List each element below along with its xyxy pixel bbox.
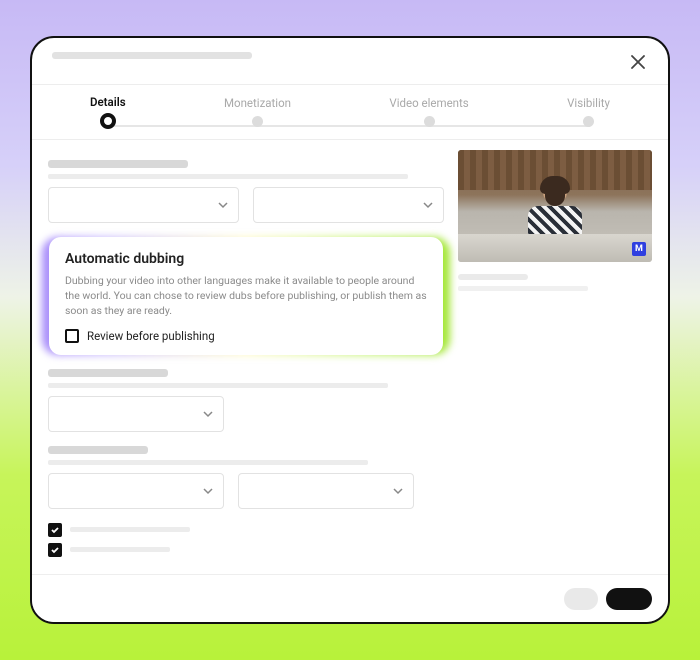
checkbox-checked-icon [48, 543, 62, 557]
section-heading-placeholder [48, 369, 444, 388]
card-description: Dubbing your video into other languages … [65, 273, 427, 319]
step-label: Video elements [389, 96, 468, 110]
checklist-label-placeholder [70, 547, 170, 552]
step-dot-icon [252, 116, 263, 127]
modal-title-placeholder [52, 52, 252, 59]
step-label: Details [90, 95, 126, 109]
dropdown-field[interactable] [253, 187, 444, 223]
chevron-down-icon [393, 486, 403, 496]
dropdown-row [48, 187, 444, 223]
step-visibility[interactable]: Visibility [567, 96, 610, 127]
automatic-dubbing-highlight: Automatic dubbing Dubbing your video int… [42, 237, 450, 355]
video-filename-placeholder [458, 286, 588, 291]
card-title: Automatic dubbing [65, 251, 427, 267]
stepper-line [110, 125, 590, 127]
preview-column: M [458, 150, 652, 580]
chevron-down-icon [203, 409, 213, 419]
dropdown-field[interactable] [238, 473, 414, 509]
step-details[interactable]: Details [90, 95, 126, 127]
close-icon [630, 54, 646, 70]
back-button[interactable] [564, 588, 598, 610]
dropdown-field[interactable] [48, 473, 224, 509]
chevron-down-icon [203, 486, 213, 496]
close-button[interactable] [628, 52, 648, 72]
section-heading-placeholder [48, 446, 444, 465]
dropdown-field[interactable] [48, 187, 239, 223]
review-before-publishing-checkbox[interactable]: Review before publishing [65, 329, 427, 343]
dropdown-row [48, 396, 444, 432]
options-checklist [48, 523, 444, 557]
details-form: Automatic dubbing Dubbing your video int… [48, 150, 444, 580]
page-background: Details Monetization Video elements Visi… [0, 0, 700, 660]
step-video-elements[interactable]: Video elements [389, 96, 468, 127]
modal-header [32, 38, 668, 72]
chevron-down-icon [423, 200, 433, 210]
checkbox-icon [65, 329, 79, 343]
thumbnail-badge: M [632, 242, 646, 256]
modal-footer [32, 574, 668, 622]
dropdown-row [48, 473, 444, 509]
video-link-placeholder [458, 274, 528, 280]
checklist-label-placeholder [70, 527, 190, 532]
section-heading-placeholder [48, 160, 444, 179]
video-thumbnail[interactable]: M [458, 150, 652, 262]
modal-body: Automatic dubbing Dubbing your video int… [32, 140, 668, 580]
checkbox-checked-icon [48, 523, 62, 537]
stepper: Details Monetization Video elements Visi… [32, 85, 668, 127]
checkbox-label: Review before publishing [87, 329, 215, 343]
dropdown-field[interactable] [48, 396, 224, 432]
step-dot-icon [583, 116, 594, 127]
upload-details-modal: Details Monetization Video elements Visi… [30, 36, 670, 624]
next-button[interactable] [606, 588, 652, 610]
step-dot-icon [100, 113, 116, 129]
step-monetization[interactable]: Monetization [224, 96, 291, 127]
step-label: Visibility [567, 96, 610, 110]
checklist-item[interactable] [48, 543, 444, 557]
step-dot-icon [424, 116, 435, 127]
checklist-item[interactable] [48, 523, 444, 537]
chevron-down-icon [218, 200, 228, 210]
step-label: Monetization [224, 96, 291, 110]
automatic-dubbing-card: Automatic dubbing Dubbing your video int… [49, 237, 443, 355]
